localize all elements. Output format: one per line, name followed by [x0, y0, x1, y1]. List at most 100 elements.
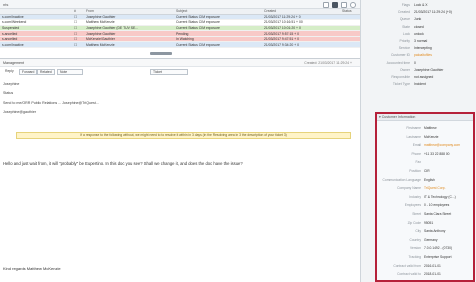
- customer-info-key: Email: [412, 143, 421, 148]
- customer-info-row: Contract valid from 2016-01-01: [377, 264, 473, 270]
- list-view-icon[interactable]: [323, 1, 329, 8]
- table-cell: ☐: [72, 41, 84, 49]
- status-field: Status: [3, 91, 14, 95]
- toolbar-icons: [323, 1, 356, 8]
- related-button[interactable]: Related: [37, 68, 55, 75]
- customer-info-row: Zip Code 95051: [377, 221, 473, 227]
- customer-info-key: Company Name: [397, 186, 421, 191]
- info-key: Responsible: [391, 75, 410, 79]
- customer-info-value: Santa Anthony: [424, 229, 446, 234]
- customer-info-value[interactable]: TriQuest Corp.: [424, 186, 472, 190]
- table-cell: Current Status CIM exposure: [174, 41, 262, 49]
- customer-info-key: Firstname: [406, 126, 421, 130]
- info-value: unlock: [414, 31, 424, 36]
- customer-info-key: Tracking: [408, 255, 421, 259]
- info-value: 0: [414, 60, 416, 65]
- info-value: 3 normal: [414, 39, 428, 43]
- info-key: Priority: [399, 39, 410, 43]
- info-row: Service Intercepting: [361, 46, 476, 52]
- customer-info-row: Communication Language English: [377, 178, 473, 184]
- customer-info-key: Street: [412, 212, 421, 216]
- to-field: Send to me/ORR Public Relations ... Jose…: [3, 101, 99, 105]
- table-scrollbar[interactable]: [150, 52, 172, 55]
- table-cell: [340, 41, 360, 49]
- grid-view-icon[interactable]: [332, 1, 338, 8]
- info-value: closed: [414, 24, 424, 29]
- info-row: Owner Josephine Gauthier: [361, 68, 476, 74]
- customer-info-value: 2016-01-01: [424, 263, 441, 268]
- customer-info-key: City: [415, 229, 421, 234]
- subheader-created: Created: 21/03/2017 11:29:24 +: [304, 61, 352, 65]
- info-key: Ticket Type: [392, 82, 410, 87]
- article-actions: Reply Forward Related Note Ticket: [0, 67, 360, 76]
- customer-info-key: Contract valid from: [393, 263, 421, 268]
- info-key: Customer ID: [390, 53, 410, 58]
- table-cell: 21/03/2017 9:34:20 + 0: [262, 41, 340, 49]
- table-row[interactable]: s.com/Inactive ☐ Matthew McKenzie Current S…: [0, 41, 360, 49]
- customer-info-value[interactable]: matthew@company.com: [424, 143, 472, 147]
- ticket-table: # From Subject Created Status s.com/Inac…: [0, 9, 360, 49]
- customer-info-value: 95051: [424, 220, 434, 225]
- info-key: Service: [398, 46, 410, 51]
- top-toolbar: nts: [0, 0, 360, 9]
- customer-info-value: CIR: [424, 169, 430, 173]
- customer-info-key: Lastname: [406, 134, 421, 139]
- customer-info-value: Enterprise Support: [424, 255, 452, 259]
- customer-info-panel: ▾ Customer Information Firstname Matthew L…: [375, 112, 475, 282]
- info-key: Flags: [401, 3, 410, 7]
- from-field: Josephine: [3, 82, 20, 86]
- toolbar-caption: nts: [3, 2, 9, 7]
- customer-info-row: Company Name TriQuest Corp.: [377, 186, 473, 192]
- customer-info-row: Position CIR: [377, 169, 473, 175]
- customer-info-row: Email matthew@company.com: [377, 143, 473, 149]
- info-value: Incident: [414, 82, 426, 87]
- subheader-label: Management: [3, 61, 24, 65]
- forward-button[interactable]: Forward: [19, 68, 38, 75]
- info-row: Ticket Type Incident: [361, 82, 476, 88]
- info-key: Created: [397, 10, 410, 15]
- ticket-button[interactable]: Ticket: [150, 68, 188, 75]
- refresh-icon[interactable]: [350, 1, 356, 8]
- customer-info-key: Employees: [404, 203, 421, 208]
- note-button[interactable]: Note: [57, 68, 83, 75]
- customer-info-row: Firstname Matthew: [377, 126, 473, 132]
- info-value[interactable]: paloaltofiles: [414, 53, 472, 57]
- customer-info-row: Tracking Enterprise Support: [377, 255, 473, 261]
- customer-info-value: +11 33 22 888 00: [424, 151, 450, 156]
- info-row: Responsible not assigned: [361, 75, 476, 81]
- customer-info-key: Country: [409, 237, 421, 242]
- reply-button[interactable]: Reply: [3, 69, 16, 75]
- info-row: Flags Lock & X: [361, 3, 476, 9]
- system-notice: If a response to the following without, …: [16, 132, 351, 139]
- customer-info-value: 0 - 10 employees: [424, 203, 450, 208]
- customer-info-row: Lastname McKenzie: [377, 135, 473, 141]
- cc-field: Josephine@gauthier: [3, 110, 37, 114]
- customer-info-value: English: [424, 177, 435, 182]
- customer-info-header[interactable]: ▾ Customer Information: [377, 114, 473, 121]
- customer-info-value: Santa Clara Street: [424, 212, 452, 216]
- info-row: Queue Junk: [361, 17, 476, 23]
- info-row: State closed: [361, 25, 476, 31]
- info-row: Accounted time 0: [361, 61, 476, 67]
- message-signature: Kind regards Matthew McKenzie: [3, 266, 61, 271]
- info-key: Queue: [399, 17, 410, 22]
- customer-info-value: 7.0.0.1492 - (0730): [424, 246, 453, 251]
- customer-info-key: Version: [410, 246, 421, 251]
- customer-info-key: Phone: [411, 151, 421, 156]
- customer-info-key: Zip Code: [407, 220, 421, 225]
- customer-info-row: Employees 0 - 10 employees: [377, 203, 473, 209]
- customer-info-row: Phone +11 33 22 888 00: [377, 152, 473, 158]
- customer-info-row: Contract valid to 2018-01-01: [377, 272, 473, 278]
- info-key: Accounted time: [386, 60, 410, 65]
- info-key: State: [402, 24, 410, 29]
- table-cell: s.com/Inactive: [0, 41, 72, 49]
- message-body: Hello and just wait from, it will "proba…: [3, 161, 243, 166]
- info-value: Lock & X: [414, 3, 428, 7]
- info-key: Lock: [402, 31, 410, 36]
- info-row: Priority 3 normal: [361, 39, 476, 45]
- info-key: Owner: [400, 67, 410, 72]
- customer-info-row: Street Santa Clara Street: [377, 212, 473, 218]
- customer-info-value: McKenzie: [424, 134, 439, 139]
- info-value: Junk: [414, 17, 422, 22]
- settings-icon[interactable]: [341, 1, 347, 8]
